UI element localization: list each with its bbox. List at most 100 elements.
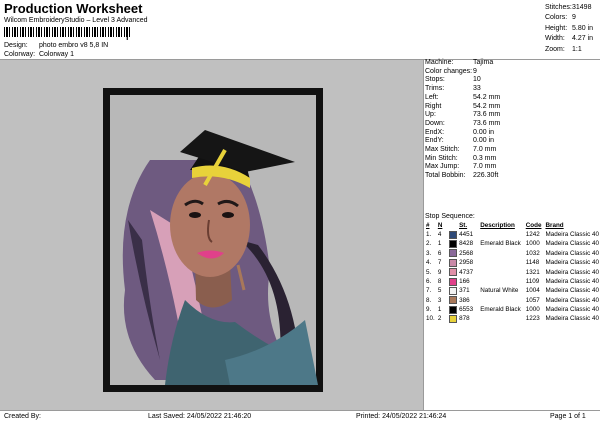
stitch-count: 371 [459, 287, 470, 295]
table-row: 2. 1 8428 Emerald Black 1000 Madeira Classic … [425, 240, 600, 249]
footer-divider [0, 410, 600, 411]
thread-brand: Madeira Classic 40 [545, 249, 599, 257]
needle-number: 5 [437, 287, 442, 295]
color-swatch-icon [449, 277, 458, 286]
thread-code: 1242 [525, 231, 540, 239]
thread-brand: Madeira Classic 40 [545, 287, 599, 295]
thread-brand: Madeira Classic 40 [545, 306, 599, 314]
color-swatch-icon [449, 249, 458, 258]
thread-code: 1223 [525, 315, 540, 323]
design-row: Design: photo embro v8 5,8 IN [4, 42, 108, 49]
table-row: 6. 8 166 1109 Madeira Classic 40 [425, 277, 600, 287]
row-number: 4. [426, 259, 432, 267]
row-number: 9. [426, 306, 432, 314]
color-description [479, 268, 525, 277]
stitch-count: 6553 [459, 306, 474, 314]
color-description [479, 315, 525, 324]
table-row: 9. 1 6553 Emerald Black 1000 Madeira Classic … [425, 305, 600, 315]
row-number: 5. [426, 268, 432, 276]
color-description: Natural White [480, 287, 519, 295]
thread-brand: Madeira Classic 40 [545, 240, 599, 248]
needle-number: 4 [437, 231, 442, 239]
color-swatch [448, 258, 458, 268]
color-swatch-icon [449, 240, 458, 249]
row-number: 2. [426, 240, 432, 248]
stitch-count: 4451 [459, 231, 474, 239]
stitch-count: 386 [459, 296, 470, 304]
table-row: 8. 3 386 1057 Madeira Classic 40 [425, 296, 600, 305]
page-title: Production Worksheet [4, 1, 143, 16]
thread-code: 1004 [525, 287, 540, 295]
table-row: 4. 7 2958 1148 Madeira Classic 40 [425, 258, 600, 268]
thread-code: 1000 [525, 306, 540, 314]
color-description: Emerald Black [480, 306, 521, 314]
page-number: Page 1 of 1 [550, 413, 586, 420]
needle-number: 8 [437, 277, 442, 285]
panel-divider [423, 60, 424, 410]
color-swatch [448, 230, 458, 240]
thread-code: 1000 [525, 240, 540, 248]
color-swatch [448, 296, 458, 305]
software-subtitle: Wilcom EmbroideryStudio – Level 3 Advanc… [4, 17, 148, 24]
color-swatch-icon [449, 258, 458, 267]
barcode-tail: | [126, 30, 129, 40]
stat-row: Width: 4.27 in [545, 35, 594, 43]
design-label: Design: [4, 42, 28, 49]
row-number: 8. [426, 296, 432, 304]
color-description [479, 278, 525, 287]
color-swatch-icon [449, 286, 458, 295]
color-swatch-icon [449, 296, 458, 305]
thread-code: 1109 [525, 277, 540, 285]
row-number: 7. [426, 287, 432, 295]
stitch-count: 4737 [459, 268, 474, 276]
needle-number: 7 [437, 259, 442, 267]
table-row: 5. 9 4737 1321 Madeira Classic 40 [425, 268, 600, 277]
thread-brand: Madeira Classic 40 [545, 296, 599, 304]
color-swatch [448, 315, 458, 324]
color-swatch [448, 286, 458, 296]
colorway-label: Colorway: [4, 51, 36, 58]
color-swatch-icon [449, 305, 458, 314]
thread-code: 1057 [525, 296, 540, 304]
stat-row: Colors: 9 [545, 14, 576, 22]
stat-row: Stitches:31498 [545, 4, 592, 11]
needle-number: 6 [437, 249, 442, 257]
design-preview-panel [0, 60, 423, 410]
needle-number: 1 [437, 306, 442, 314]
stitch-count: 166 [459, 277, 470, 285]
stat-row: Zoom: 1:1 [545, 45, 582, 53]
color-swatch [448, 277, 458, 287]
stitch-count: 2958 [459, 259, 474, 267]
needle-number: 2 [437, 315, 442, 323]
stitch-count: 2568 [459, 249, 474, 257]
embroidery-design-image [103, 88, 323, 392]
thread-code: 1032 [525, 249, 540, 257]
table-row: 3. 6 2568 1032 Madeira Classic 40 [425, 249, 600, 258]
color-swatch-icon [449, 230, 458, 239]
printed-date: Printed: 24/05/2022 21:46:24 [356, 413, 447, 420]
needle-number: 1 [437, 240, 442, 248]
thread-code: 1148 [525, 259, 540, 267]
summary-stats: Stitches:31498 Colors: 9 Height: 5.80 in W… [545, 3, 593, 55]
thread-brand: Madeira Classic 40 [545, 315, 599, 323]
table-row: 1. 4 4451 1242 Madeira Classic 40 [425, 230, 600, 240]
stop-sequence-table: # N St. Description Code Brand 1. 4 4451 12… [425, 222, 600, 324]
stat-row: Height: 5.80 in [545, 24, 594, 32]
row-number: 3. [426, 249, 432, 257]
barcode [4, 27, 130, 37]
table-row: 10. 2 878 1223 Madeira Classic 40 [425, 315, 600, 324]
thread-brand: Madeira Classic 40 [545, 268, 599, 276]
table-row: 7. 5 371 Natural White 1004 Madeira Classic 4… [425, 286, 600, 296]
stitch-count: 878 [459, 315, 470, 323]
last-saved: Last Saved: 24/05/2022 21:46:20 [148, 413, 252, 420]
thread-brand: Madeira Classic 40 [545, 231, 599, 239]
table-header-row: # N St. Description Code Brand [426, 222, 564, 229]
color-swatch-icon [449, 268, 458, 277]
stitch-count: 8428 [459, 240, 474, 248]
thread-brand: Madeira Classic 40 [545, 259, 599, 267]
color-description [479, 231, 525, 240]
design-value: photo embro v8 5,8 IN [38, 42, 109, 49]
color-description [479, 259, 525, 268]
row-number: 1. [426, 231, 432, 239]
colorway-value: Colorway 1 [38, 51, 74, 58]
